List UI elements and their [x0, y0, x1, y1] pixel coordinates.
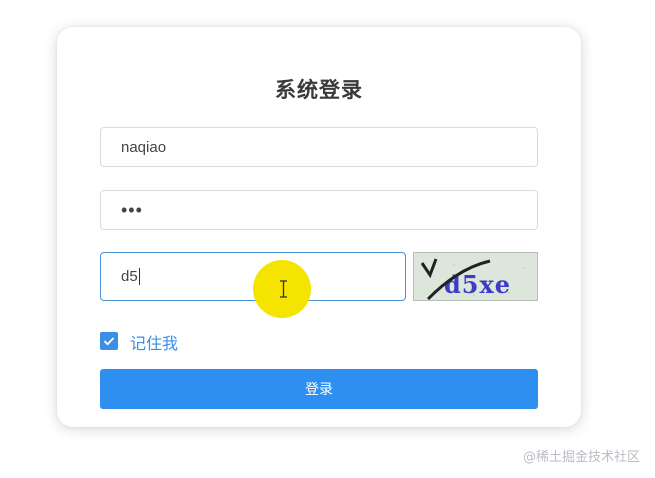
- remember-label[interactable]: 记住我: [130, 330, 178, 354]
- login-button[interactable]: 登录: [100, 369, 538, 409]
- login-button-label: 登录: [305, 382, 333, 398]
- username-value: naqiao: [121, 138, 167, 156]
- captcha-text: d5xe: [444, 270, 511, 299]
- check-icon: [103, 337, 115, 346]
- text-caret: [138, 268, 140, 285]
- username-input[interactable]: naqiao: [100, 127, 538, 167]
- remember-checkbox[interactable]: [100, 332, 118, 350]
- captcha-graphic: d5xe: [414, 253, 537, 300]
- password-input[interactable]: •••: [100, 190, 538, 230]
- captcha-value: d5: [121, 268, 138, 285]
- text-cursor-icon: [280, 280, 287, 298]
- password-value: •••: [121, 199, 143, 220]
- page: 系统登录 naqiao ••• d5 d5xe 记住我 登录 @稀土掘金技术社区: [0, 0, 655, 478]
- watermark: @稀土掘金技术社区: [522, 450, 640, 465]
- captcha-image[interactable]: d5xe: [413, 252, 538, 301]
- page-title: 系统登录: [275, 78, 363, 102]
